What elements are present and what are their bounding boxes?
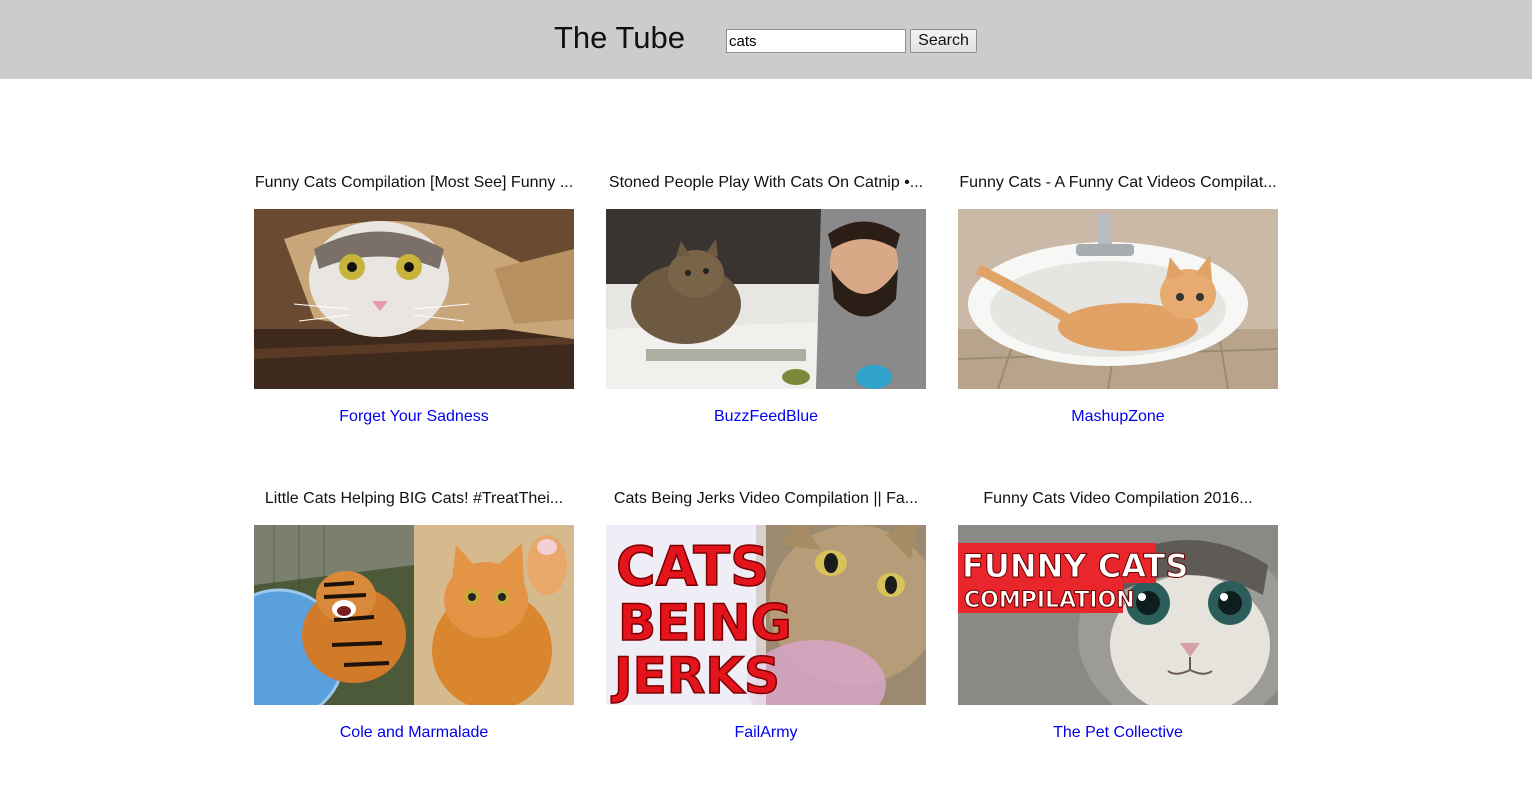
channel-link[interactable]: BuzzFeedBlue [606, 407, 926, 427]
video-title: Funny Cats - A Funny Cat Videos Compilat… [959, 174, 1277, 191]
video-card: Funny Cats Compilation [Most See] Funny … [254, 173, 574, 425]
video-card: Little Cats Helping BIG Cats! #TreatThei… [254, 489, 574, 741]
video-thumbnail[interactable] [254, 525, 574, 705]
video-title: Funny Cats Compilation [Most See] Funny … [254, 174, 574, 191]
channel-link[interactable]: MashupZone [958, 407, 1278, 427]
video-title: Cats Being Jerks Video Compilation || Fa… [613, 490, 919, 507]
video-thumbnail[interactable]: FUNNY CATS COMPILATION [958, 525, 1278, 705]
video-thumbnail[interactable] [254, 209, 574, 389]
thumbnail-text: CATS [616, 535, 769, 598]
header-bar: The Tube Search [0, 0, 1532, 79]
video-thumbnail[interactable] [958, 209, 1278, 389]
channel-link[interactable]: FailArmy [606, 723, 926, 743]
thumbnail-text: JERKS [611, 647, 780, 705]
video-thumbnail[interactable]: CATS BEING JERKS [606, 525, 926, 705]
video-title: Stoned People Play With Cats On Catnip •… [608, 174, 924, 191]
video-title: Funny Cats Video Compilation 2016... [983, 490, 1253, 507]
video-card: Funny Cats Video Compilation 2016... FUN… [958, 489, 1278, 741]
video-title: Little Cats Helping BIG Cats! #TreatThei… [264, 490, 564, 507]
video-thumbnail[interactable] [606, 209, 926, 389]
search-input[interactable] [726, 29, 906, 53]
channel-link[interactable]: The Pet Collective [958, 723, 1278, 743]
site-title[interactable]: The Tube [554, 18, 685, 58]
search-button[interactable]: Search [910, 29, 977, 53]
video-card: Stoned People Play With Cats On Catnip •… [606, 173, 926, 425]
thumbnail-text: COMPILATION [964, 588, 1135, 613]
thumbnail-text: BEING [618, 594, 792, 652]
channel-link[interactable]: Forget Your Sadness [254, 407, 574, 427]
video-card: Cats Being Jerks Video Compilation || Fa… [606, 489, 926, 741]
channel-link[interactable]: Cole and Marmalade [254, 723, 574, 743]
video-card: Funny Cats - A Funny Cat Videos Compilat… [958, 173, 1278, 425]
thumbnail-text: FUNNY CATS [962, 547, 1188, 585]
